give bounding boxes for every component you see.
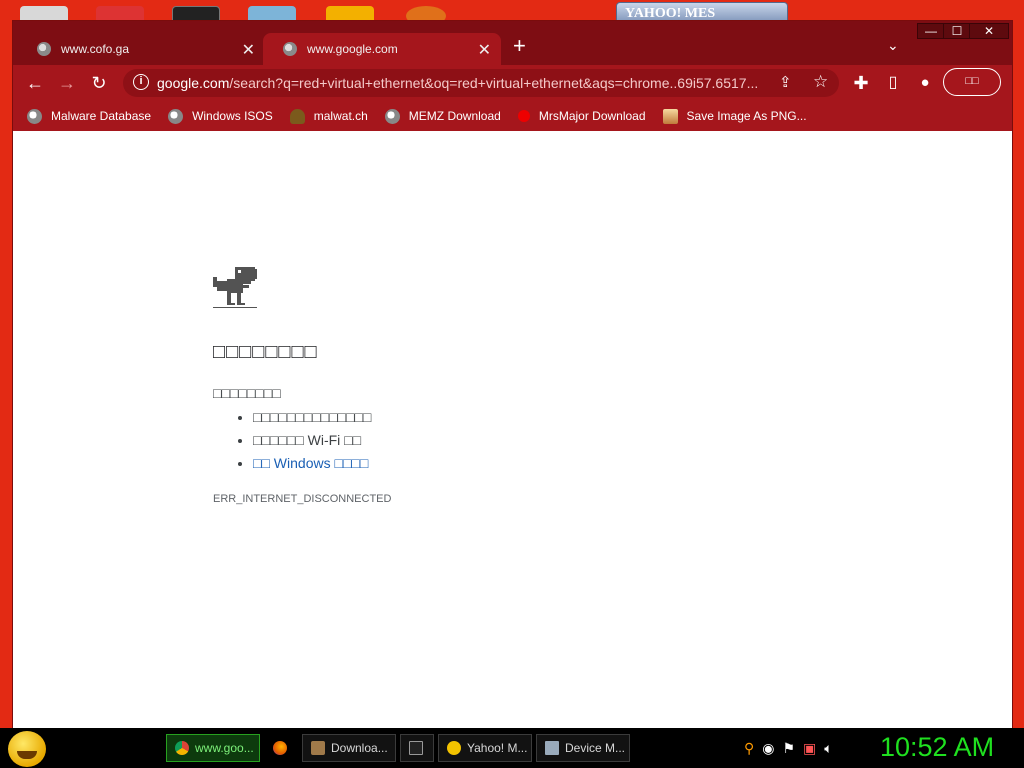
search-icon[interactable]: ⚲ xyxy=(744,740,754,757)
bookmark-label: MrsMajor Download xyxy=(538,109,646,123)
chrome-icon xyxy=(175,741,189,755)
extensions-icon[interactable]: ✚ xyxy=(849,71,873,95)
forward-arrow-icon[interactable]: → xyxy=(55,71,79,95)
navigation-toolbar: ← → ↻ i google.com/search?q=red+virtual+… xyxy=(13,65,1012,101)
bookmark-label: malwat.ch xyxy=(313,109,368,123)
tab-title: www.cofo.ga xyxy=(61,42,130,56)
maximize-button[interactable]: ☐ xyxy=(943,23,971,39)
profile-menu-button[interactable]: □□ xyxy=(943,68,1001,96)
suggestion-item: □□□□□□□□□□□□□□ xyxy=(253,409,371,425)
suggestion-item: □□ Windows □□□□ xyxy=(253,455,371,471)
tab-title: www.google.com xyxy=(307,42,398,56)
close-window-button[interactable]: ✕ xyxy=(969,23,1009,39)
bookmark-label: Save Image As PNG... xyxy=(686,109,807,123)
task-downloads[interactable]: Downloa... xyxy=(302,734,396,762)
task-firefox[interactable] xyxy=(264,734,298,762)
bookmark-mrsmajor-download[interactable]: MrsMajor Download xyxy=(517,109,646,123)
profile-icon[interactable]: ● xyxy=(913,71,937,95)
back-arrow-icon[interactable]: ← xyxy=(23,71,47,95)
bookmark-malwatch[interactable]: malwat.ch xyxy=(289,108,368,124)
taskbar: www.goo... Downloa... Yahoo! M... Device… xyxy=(0,728,1024,768)
bookmark-memz-download[interactable]: MEMZ Download xyxy=(384,108,501,124)
volume-icon[interactable]: 🔈︎ xyxy=(824,740,832,757)
reload-icon[interactable]: ↻ xyxy=(87,71,111,95)
address-bar[interactable]: i google.com/search?q=red+virtual+ethern… xyxy=(123,69,839,97)
globe-icon xyxy=(384,108,400,124)
start-button-smiley-icon[interactable] xyxy=(8,731,46,767)
page-content: □□□□□□□□ □□□□□□□□ □□□□□□□□□□□□□□ □□□□□□ … xyxy=(13,131,1012,729)
yahoo-smiley-icon xyxy=(447,741,461,755)
task-device-manager[interactable]: Device M... xyxy=(536,734,630,762)
action-center-flag-icon[interactable]: ⚑ xyxy=(782,740,795,757)
task-command-prompt[interactable] xyxy=(400,734,434,762)
error-subtitle: □□□□□□□□ xyxy=(213,385,281,401)
tab-cofo[interactable]: www.cofo.ga ✕ xyxy=(17,33,265,65)
image-icon xyxy=(662,108,678,124)
bookmark-label: Windows ISOS xyxy=(192,109,273,123)
url-text[interactable]: google.com/search?q=red+virtual+ethernet… xyxy=(157,75,777,91)
bookmark-save-image-as-png[interactable]: Save Image As PNG... xyxy=(662,108,807,124)
close-tab-icon[interactable]: ✕ xyxy=(478,40,491,60)
bookmark-windows-isos[interactable]: Windows ISOS xyxy=(168,108,273,124)
task-chrome[interactable]: www.goo... xyxy=(166,734,260,762)
offline-dino-icon[interactable] xyxy=(213,267,259,311)
bookmark-malware-database[interactable]: Malware Database xyxy=(27,108,152,124)
new-tab-button[interactable]: + xyxy=(513,35,526,57)
task-label: Device M... xyxy=(565,741,626,755)
site-info-icon[interactable]: i xyxy=(133,74,149,90)
bookmark-label: MEMZ Download xyxy=(408,109,501,123)
suggestion-item: □□□□□□ Wi-Fi □□ xyxy=(253,432,371,448)
tab-google[interactable]: www.google.com ✕ xyxy=(263,33,501,65)
close-tab-icon[interactable]: ✕ xyxy=(242,40,255,60)
taskbar-clock[interactable]: 10:52 AM xyxy=(880,732,994,763)
url-path: /search?q=red+virtual+ethernet&oq=red+vi… xyxy=(229,75,759,91)
chat-icon[interactable]: ◉ xyxy=(762,740,774,757)
globe-icon xyxy=(27,108,42,124)
task-label: Yahoo! M... xyxy=(467,741,528,755)
task-yahoo-messenger[interactable]: Yahoo! M... xyxy=(438,734,532,762)
tab-search-button[interactable]: ⌄ xyxy=(887,37,899,54)
globe-icon xyxy=(168,108,184,124)
tab-strip: — ☐ ✕ www.cofo.ga ✕ www.google.com ✕ + ⌄ xyxy=(13,21,1012,65)
bookmark-star-icon[interactable]: ☆ xyxy=(813,72,828,92)
side-panel-icon[interactable]: ▯ xyxy=(881,71,905,95)
bookmark-label: Malware Database xyxy=(51,109,152,123)
globe-icon xyxy=(283,42,297,56)
url-host: google.com xyxy=(157,75,230,91)
globe-icon xyxy=(37,42,51,56)
downloads-icon xyxy=(311,741,325,755)
task-label: www.goo... xyxy=(195,741,254,755)
system-tray: ⚲ ◉ ⚑ ▣ 🔈︎ xyxy=(744,740,833,757)
red-dot-icon xyxy=(517,110,530,122)
bookmarks-bar: Malware Database Windows ISOS malwat.ch … xyxy=(13,101,1012,131)
suggestion-list: □□□□□□□□□□□□□□ □□□□□□ Wi-Fi □□ □□ Window… xyxy=(253,409,371,478)
command-prompt-icon xyxy=(409,741,423,755)
share-icon[interactable]: ⇪ xyxy=(779,73,792,91)
poo-icon xyxy=(289,108,305,124)
error-title: □□□□□□□□ xyxy=(213,341,318,363)
error-code: ERR_INTERNET_DISCONNECTED xyxy=(213,493,392,505)
browser-window: — ☐ ✕ www.cofo.ga ✕ www.google.com ✕ + ⌄… xyxy=(12,20,1013,730)
firefox-icon xyxy=(273,741,287,755)
device-manager-icon xyxy=(545,741,559,755)
task-label: Downloa... xyxy=(331,741,388,755)
minimize-button[interactable]: — xyxy=(917,23,945,39)
network-diagnostics-link[interactable]: □□ Windows □□□□ xyxy=(253,455,368,471)
network-disconnected-icon[interactable]: ▣ xyxy=(803,740,816,757)
